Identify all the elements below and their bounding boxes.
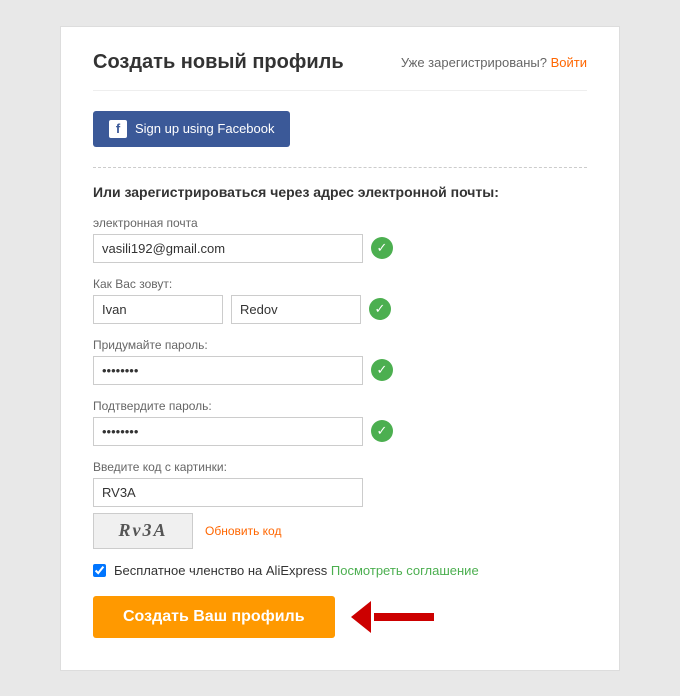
submit-button[interactable]: Создать Ваш профиль [93,596,335,638]
facebook-icon: f [109,120,127,138]
section-divider [93,167,587,168]
password-group: Придумайте пароль: ✓ [93,338,587,385]
captcha-input-row [93,478,587,507]
email-section-title: Или зарегистрироваться через адрес элект… [93,184,587,200]
card-header: Создать новый профиль Уже зарегистрирова… [93,51,587,91]
terms-text[interactable]: Бесплатное членство на AliExpress Посмот… [114,563,479,578]
email-input[interactable] [93,234,363,263]
arrow-body [374,613,434,621]
registration-card: Создать новый профиль Уже зарегистрирова… [60,26,620,671]
captcha-image: Rv3A [93,513,193,549]
submit-arrow [351,601,435,633]
terms-link[interactable]: Посмотреть соглашение [331,563,479,578]
confirm-input-row: ✓ [93,417,587,446]
captcha-group: Введите код с картинки: Rv3A Обновить ко… [93,460,587,549]
name-group: Как Вас зовут: ✓ [93,277,587,324]
name-check-icon: ✓ [369,298,391,320]
email-check-icon: ✓ [371,237,393,259]
captcha-label: Введите код с картинки: [93,460,587,474]
login-link[interactable]: Войти [551,55,587,70]
refresh-captcha-link[interactable]: Обновить код [205,524,281,538]
already-registered: Уже зарегистрированы? Войти [401,55,587,70]
password-label: Придумайте пароль: [93,338,587,352]
name-input-row: ✓ [93,295,587,324]
email-group: электронная почта ✓ [93,216,587,263]
password-input[interactable] [93,356,363,385]
submit-row: Создать Ваш профиль [93,596,587,638]
name-label: Как Вас зовут: [93,277,587,291]
captcha-input[interactable] [93,478,363,507]
captcha-area: Rv3A Обновить код [93,513,587,549]
confirm-check-icon: ✓ [371,420,393,442]
email-label: электронная почта [93,216,587,230]
lastname-input[interactable] [231,295,361,324]
terms-row: Бесплатное членство на AliExpress Посмот… [93,563,587,578]
password-check-icon: ✓ [371,359,393,381]
facebook-button-label: Sign up using Facebook [135,121,274,136]
confirm-group: Подтвердите пароль: ✓ [93,399,587,446]
confirm-label: Подтвердите пароль: [93,399,587,413]
password-input-row: ✓ [93,356,587,385]
already-text: Уже зарегистрированы? [401,55,547,70]
confirm-input[interactable] [93,417,363,446]
arrow-head [351,601,371,633]
terms-checkbox[interactable] [93,564,106,577]
page-title: Создать новый профиль [93,51,344,74]
firstname-input[interactable] [93,295,223,324]
email-input-row: ✓ [93,234,587,263]
facebook-signup-button[interactable]: f Sign up using Facebook [93,111,290,147]
